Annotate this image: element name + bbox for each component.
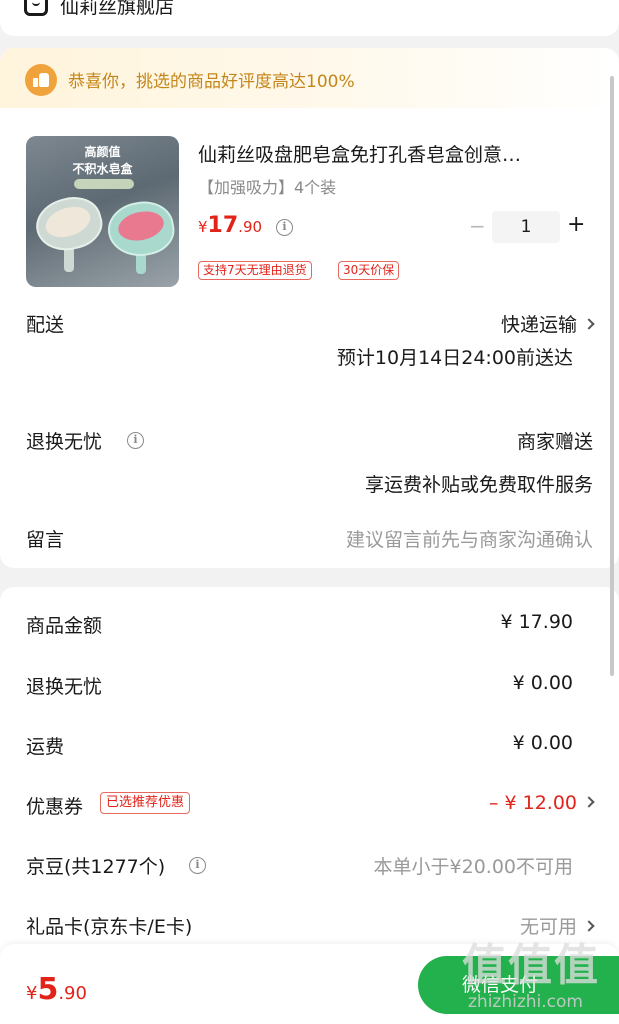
giftcard-value-text: 无可用 — [519, 916, 577, 938]
quantity-stepper: − 1 + — [462, 211, 592, 243]
total-integer: 5 — [37, 972, 59, 1007]
returns-detail: 享运费补贴或免费取件服务 — [364, 474, 593, 496]
returns-fee-value: ¥ 0.00 — [512, 672, 573, 694]
message-label: 留言 — [26, 529, 65, 551]
chevron-right-icon — [583, 317, 595, 330]
product-image[interactable]: 高颜值 不积水皂盒 — [26, 136, 179, 287]
price-integer: 17 — [207, 213, 239, 238]
goods-amount-value: ¥ 17.90 — [500, 611, 573, 633]
delivery-method[interactable]: 快递运输 — [500, 310, 595, 337]
thumb-up-icon — [25, 64, 57, 96]
checkout-bar: ¥5.90 微信支付 值值值 zhizhizhi.com — [0, 944, 619, 1024]
praise-banner: 恭喜你，挑选的商品好评度高达100% — [0, 48, 619, 108]
info-icon[interactable]: i — [127, 432, 144, 449]
delivery-label: 配送 — [26, 314, 65, 336]
price-currency: ¥ — [198, 218, 208, 236]
return-policy-tag: 支持7天无理由退货 — [198, 261, 312, 280]
price-protect-tag: 30天价保 — [338, 261, 400, 280]
product-image-caption: 高颜值 — [84, 145, 121, 159]
quantity-input[interactable]: 1 — [492, 211, 560, 243]
order-card: 恭喜你，挑选的商品好评度高达100% 高颜值 不积水皂盒 仙莉丝吸盘肥皂盒免打孔… — [0, 48, 619, 568]
cost-card: 商品金额 ¥ 17.90 退换无忧 ¥ 0.00 运费 ¥ 0.00 优惠券 已… — [0, 587, 619, 967]
price-decimal: .90 — [238, 218, 263, 236]
returns-value: 商家赠送 — [516, 431, 593, 453]
store-name[interactable]: 仙莉丝旗舰店 — [60, 0, 174, 19]
scrollbar[interactable] — [610, 76, 614, 676]
delivery-method-text: 快递运输 — [500, 314, 577, 336]
product-title[interactable]: 仙莉丝吸盘肥皂盒免打孔香皂盒创意… — [198, 140, 588, 167]
coupon-value[interactable]: – ¥ 12.00 — [488, 792, 595, 814]
coupon-value-text: – ¥ 12.00 — [488, 792, 577, 814]
shipping-value: ¥ 0.00 — [512, 732, 573, 754]
total-currency: ¥ — [26, 983, 38, 1004]
shipping-label: 运费 — [26, 736, 65, 758]
decrease-button[interactable]: − — [469, 214, 486, 238]
store-header[interactable]: 仙莉丝旗舰店 — [0, 0, 619, 36]
returns-label: 退换无忧 — [26, 431, 103, 453]
coupon-label: 优惠券 — [26, 796, 84, 818]
delivery-eta: 预计10月14日24:00前送达 — [336, 347, 573, 369]
goods-amount-label: 商品金额 — [26, 615, 103, 637]
coupon-tag: 已选推荐优惠 — [100, 792, 191, 814]
watermark-logo: 值值值 — [462, 940, 600, 991]
info-icon[interactable]: i — [276, 219, 293, 236]
giftcard-value[interactable]: 无可用 — [519, 912, 595, 939]
banner-text: 恭喜你，挑选的商品好评度高达100% — [68, 72, 355, 92]
product-image-subcaption: 不积水皂盒 — [72, 162, 133, 176]
increase-button[interactable]: + — [567, 212, 585, 237]
product-spec[interactable]: 【加强吸力】4个装 — [198, 174, 336, 198]
watermark-url: zhizhizhi.com — [468, 992, 583, 1012]
store-icon — [24, 0, 48, 16]
jingdou-label: 京豆(共1277个) — [26, 856, 166, 878]
info-icon[interactable]: i — [189, 857, 206, 874]
total-price: ¥5.90 — [26, 972, 87, 1007]
jingdou-value: 本单小于¥20.00不可用 — [373, 856, 573, 878]
chevron-right-icon — [583, 919, 595, 932]
message-input[interactable]: 建议留言前先与商家沟通确认 — [346, 525, 593, 552]
chevron-right-icon — [583, 795, 595, 808]
returns-fee-label: 退换无忧 — [26, 676, 103, 698]
giftcard-label: 礼品卡(京东卡/E卡) — [26, 916, 193, 938]
total-decimal: .90 — [58, 983, 87, 1004]
product-image-label — [74, 179, 134, 189]
product-price: ¥17.90 — [198, 213, 262, 238]
